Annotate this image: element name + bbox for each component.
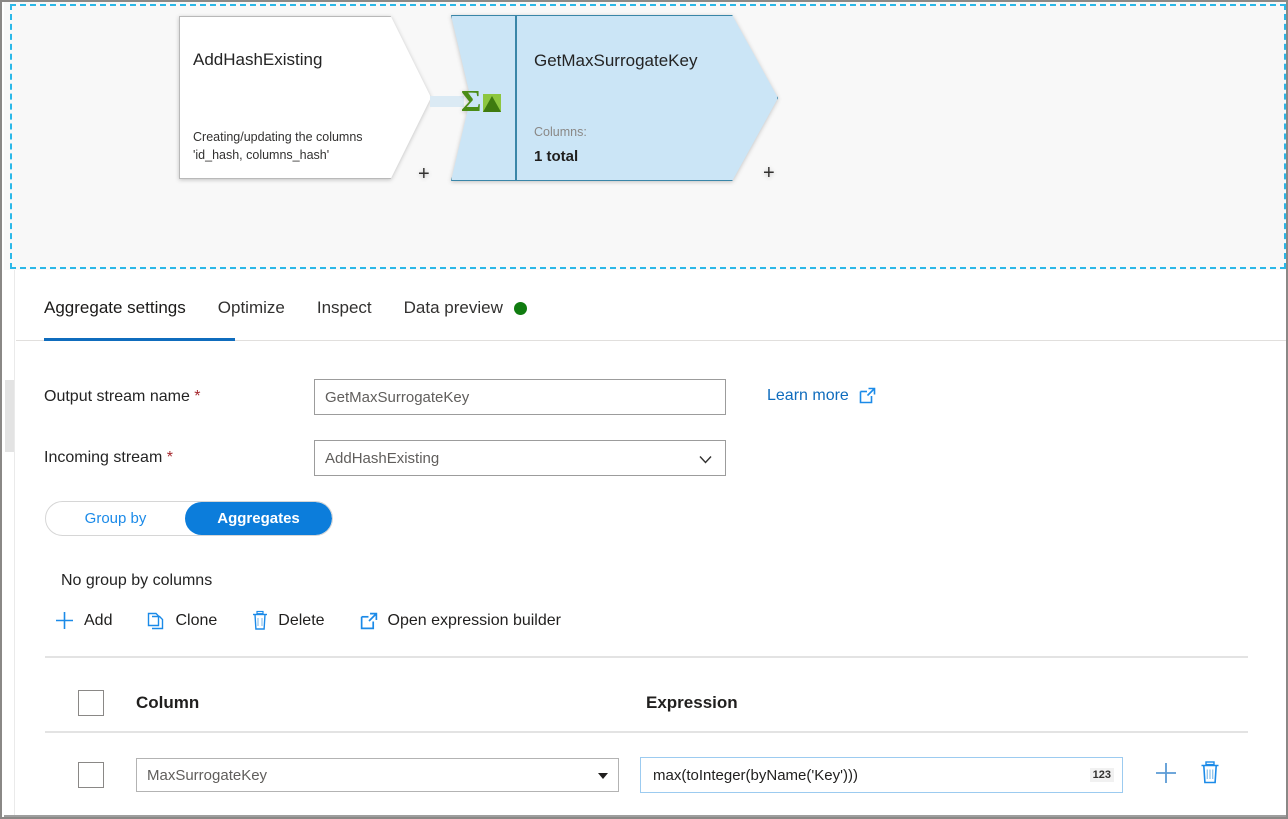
row-delete-button[interactable]	[1199, 760, 1221, 790]
column-header-column: Column	[136, 693, 646, 713]
row-expression-value: max(toInteger(byName('Key')))	[641, 767, 858, 784]
node-columns-label: Columns:	[534, 125, 587, 139]
table-header-row: Column Expression	[45, 675, 1248, 731]
tab-label: Data preview	[404, 298, 503, 318]
external-link-icon	[858, 386, 877, 405]
active-tab-underline	[44, 338, 235, 341]
row-add-button[interactable]	[1153, 760, 1179, 791]
tab-label: Optimize	[218, 298, 285, 318]
tab-inspect[interactable]: Inspect	[317, 298, 388, 329]
external-link-icon	[359, 611, 379, 631]
delete-label: Delete	[278, 612, 324, 630]
svg-text:Σ: Σ	[461, 83, 481, 117]
learn-more-link[interactable]: Learn more	[767, 386, 877, 405]
add-next-step-plus-icon[interactable]: +	[418, 164, 430, 184]
open-expression-builder-label: Open expression builder	[388, 612, 561, 630]
pivot-label: Group by	[85, 510, 147, 527]
node-description-line-1: Creating/updating the columns	[193, 128, 363, 146]
row-column-value: MaxSurrogateKey	[147, 767, 267, 784]
tab-aggregate-settings[interactable]: Aggregate settings	[44, 298, 202, 329]
table-top-divider	[45, 656, 1248, 658]
settings-panel: Aggregate settings Optimize Inspect Data…	[4, 270, 1288, 817]
node-title: AddHashExisting	[193, 50, 322, 70]
tab-label: Inspect	[317, 298, 372, 318]
clone-label: Clone	[175, 612, 217, 630]
table-command-bar: Add Clone	[54, 610, 595, 631]
clone-button[interactable]: Clone	[146, 611, 217, 631]
row-action-buttons	[1153, 760, 1221, 791]
trash-icon	[251, 610, 269, 631]
learn-more-label: Learn more	[767, 387, 849, 405]
pivot-label: Aggregates	[217, 510, 300, 527]
add-button[interactable]: Add	[54, 610, 112, 631]
open-expression-builder-button[interactable]: Open expression builder	[359, 611, 561, 631]
pivot-item-aggregates[interactable]: Aggregates	[185, 502, 332, 535]
no-group-by-columns-text: No group by columns	[61, 572, 212, 590]
aggregate-sigma-icon: Σ	[461, 83, 505, 117]
output-stream-name-input[interactable]	[314, 379, 726, 415]
incoming-stream-label: Incoming stream *	[44, 449, 314, 467]
required-marker: *	[194, 388, 200, 405]
add-label: Add	[84, 612, 112, 630]
data-preview-status-dot	[514, 302, 527, 315]
dataflow-node-source[interactable]: AddHashExisting Creating/updating the co…	[179, 16, 431, 179]
panel-bottom-divider	[4, 815, 1288, 817]
scrollbar-thumb[interactable]	[5, 380, 14, 452]
caret-down-icon	[598, 773, 608, 779]
expression-type-badge: 123	[1090, 768, 1114, 782]
table-header-divider	[45, 731, 1248, 733]
settings-tabstrip: Aggregate settings Optimize Inspect Data…	[44, 298, 559, 329]
aggregate-transformation-screen: AddHashExisting Creating/updating the co…	[0, 0, 1288, 819]
plus-icon	[54, 610, 75, 631]
label-text: Incoming stream	[44, 449, 162, 466]
table-row: MaxSurrogateKey max(toInteger(byName('Ke…	[45, 745, 1248, 805]
row-select-cell	[45, 762, 136, 788]
required-marker: *	[167, 449, 173, 466]
tab-data-preview[interactable]: Data preview	[404, 298, 543, 329]
incoming-stream-select[interactable]: AddHashExisting	[314, 440, 726, 476]
select-all-cell	[45, 690, 136, 716]
row-expression-field[interactable]: max(toInteger(byName('Key'))) 123	[640, 757, 1123, 793]
node-title: GetMaxSurrogateKey	[534, 51, 697, 71]
incoming-stream-row: Incoming stream * AddHashExisting	[44, 440, 726, 476]
dataflow-canvas[interactable]: AddHashExisting Creating/updating the co…	[4, 2, 1288, 270]
output-stream-name-row: Output stream name *	[44, 379, 726, 415]
panel-vertical-scrollbar[interactable]	[4, 270, 15, 817]
add-next-step-plus-icon[interactable]: +	[763, 163, 775, 183]
row-checkbox[interactable]	[78, 762, 104, 788]
pivot-item-group-by[interactable]: Group by	[46, 502, 185, 535]
chevron-down-icon	[698, 452, 713, 467]
incoming-stream-value: AddHashExisting	[325, 450, 439, 467]
groupby-aggregates-pivot: Group by Aggregates	[45, 501, 333, 536]
label-text: Output stream name	[44, 388, 190, 405]
delete-button[interactable]: Delete	[251, 610, 324, 631]
copy-icon	[146, 611, 166, 631]
output-stream-name-label: Output stream name *	[44, 388, 314, 406]
select-all-checkbox[interactable]	[78, 690, 104, 716]
dataflow-node-aggregate[interactable]: Σ GetMaxSurrogateKey Columns: 1 total +	[451, 15, 778, 181]
row-column-select[interactable]: MaxSurrogateKey	[136, 758, 619, 792]
tab-label: Aggregate settings	[44, 298, 186, 318]
node-columns-value: 1 total	[534, 148, 578, 165]
node-description: Creating/updating the columns 'id_hash, …	[193, 128, 363, 164]
node-description-line-2: 'id_hash, columns_hash'	[193, 146, 363, 164]
tab-optimize[interactable]: Optimize	[218, 298, 301, 329]
column-header-expression: Expression	[646, 693, 738, 713]
